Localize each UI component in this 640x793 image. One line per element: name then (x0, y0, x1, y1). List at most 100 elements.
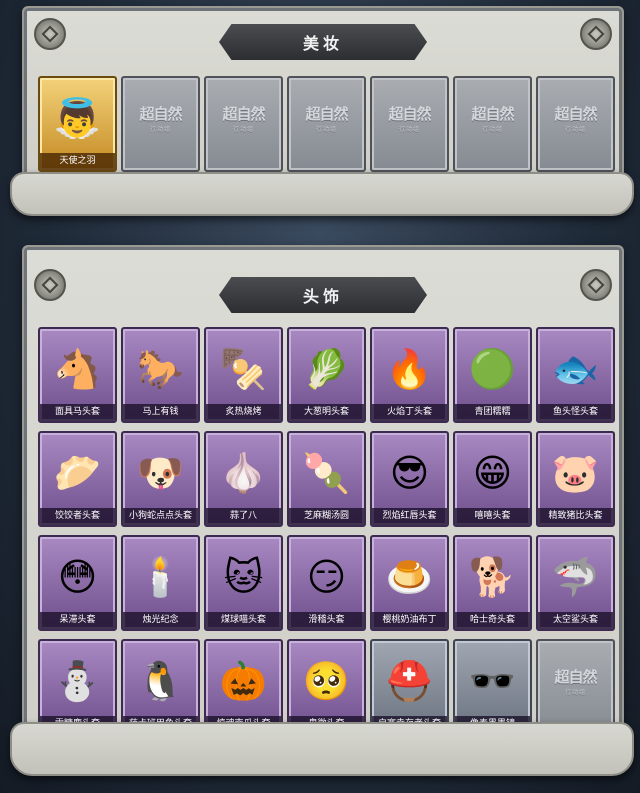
pink-horse-icon: 🐎 (136, 347, 185, 391)
pixel-sunglasses-icon: 🕶️ (468, 659, 517, 703)
placeholder-sub: 行动组 (149, 126, 172, 134)
item-card[interactable]: 🕯️ 烛光纪念 (121, 535, 200, 631)
item-card[interactable]: 🐶 小狗蛇点点头套 (121, 431, 200, 527)
headwear-grid: 🐴 面具马头套 🐎 马上有钱 🍢 炙热烧烤 🥬 大葱明头套 🔥 火焰丁头套 🟢 青团糯糯 🐟 鱼头怪头套 🥟… (38, 327, 615, 735)
humble-face-icon: 🥺 (302, 659, 351, 703)
item-card[interactable]: 🐷 精致猪比头套 (536, 431, 615, 527)
empty-slot-card[interactable]: 超自然 行动组 (536, 76, 615, 172)
garlic-icon: 🧄 (219, 451, 268, 495)
corner-ornament-icon (580, 269, 612, 301)
penguin-fish-icon: 🐧 (136, 659, 185, 703)
item-label: 太空鲨头套 (538, 612, 613, 629)
item-card[interactable]: 🐟 鱼头怪头套 (536, 327, 615, 423)
item-label: 鱼头怪头套 (538, 404, 613, 421)
item-card[interactable]: 🟢 青团糯糯 (453, 327, 532, 423)
item-card[interactable]: 🕶️像素黑墨镜 (453, 639, 532, 735)
locked-placeholder-icon: 超自然 行动组 (139, 103, 182, 134)
item-card[interactable]: 🐧萨卡班甲鱼头套 (121, 639, 200, 735)
item-label: 小狗蛇点点头套 (123, 508, 198, 525)
empty-slot-card[interactable]: 超自然 行动组 (370, 76, 449, 172)
item-label: 呆滞头套 (40, 612, 115, 629)
empty-slot-card[interactable]: 超自然 行动组 (121, 76, 200, 172)
placeholder-sub: 行动组 (481, 126, 504, 134)
makeup-grid: 👼 天使之羽 超自然 行动组 超自然 行动组 超自然 行动组 超自然 行动组 超自然 行动组 超自然 行动… (38, 76, 615, 172)
scallion-icon: 🥬 (302, 347, 351, 391)
empty-slot-card[interactable]: 超自然 行动组 (204, 76, 283, 172)
item-card[interactable]: 🐎 马上有钱 (121, 327, 200, 423)
fish-monster-icon: 🐟 (551, 347, 600, 391)
item-label: 马上有钱 (123, 404, 198, 421)
item-label: 大葱明头套 (289, 404, 364, 421)
item-card[interactable]: 🐴 面具马头套 (38, 327, 117, 423)
empty-slot-card[interactable]: 超自然 行动组 (287, 76, 366, 172)
husky-icon: 🐕 (468, 555, 517, 599)
item-card[interactable]: 🔥 火焰丁头套 (370, 327, 449, 423)
item-card[interactable]: 🎃惊魂南瓜头套 (204, 639, 283, 735)
item-card[interactable]: 🥺卑微头套 (287, 639, 366, 735)
snowman-deer-icon: ⛄ (53, 659, 102, 703)
pikachu-sunglasses-icon: 😎 (389, 451, 430, 495)
item-label: 滑稽头套 (289, 612, 364, 629)
item-label: 炙热烧烤 (206, 404, 281, 421)
item-card[interactable]: 👼 天使之羽 (38, 76, 117, 172)
item-label: 烈焰红唇头套 (372, 508, 447, 525)
item-card[interactable]: 🥬 大葱明头套 (287, 327, 366, 423)
corner-ornament-icon (34, 269, 66, 301)
horse-head-icon: 🐴 (53, 347, 102, 391)
item-card[interactable]: 😳 呆滞头套 (38, 535, 117, 631)
scroll-roll-bottom (10, 722, 634, 776)
item-card[interactable]: 😏 滑稽头套 (287, 535, 366, 631)
grin-face-icon: 😁 (472, 451, 513, 495)
bbq-skewer-icon: 🍢 (219, 347, 268, 391)
black-cat-icon: 🐱 (223, 555, 264, 599)
stunned-face-icon: 😳 (57, 555, 98, 599)
locked-placeholder-icon: 超自然 行动组 (388, 103, 431, 133)
item-card[interactable]: 🥟 饺饺者头套 (38, 431, 117, 527)
scroll-roll-bottom (10, 172, 634, 216)
item-label: 煤球喵头套 (206, 612, 281, 629)
corner-ornament-icon (34, 18, 66, 50)
shark-icon: 🦈 (551, 555, 600, 599)
pink-pig-icon: 🐷 (551, 451, 600, 495)
item-label: 面具马头套 (40, 404, 115, 421)
item-label: 樱桃奶油布丁 (372, 612, 447, 629)
placeholder-brand: 超自然 (471, 105, 514, 124)
locked-placeholder-icon: 超自然 行动组 (554, 103, 597, 134)
placeholder-brand: 超自然 (388, 105, 431, 124)
item-label: 哈士奇头套 (455, 612, 530, 629)
empty-slot-card[interactable]: 超自然 行动组 (536, 639, 615, 735)
item-card[interactable]: 🧄 蒜了八 (204, 431, 283, 527)
placeholder-brand: 超自然 (554, 668, 597, 687)
locked-placeholder-icon: 超自然 行动组 (305, 103, 348, 133)
item-label: 芝麻糊汤圆 (289, 508, 364, 525)
candle-icon: 🕯️ (136, 555, 185, 599)
item-card[interactable]: 🦈 太空鲨头套 (536, 535, 615, 631)
item-card[interactable]: 🍢 炙热烧烤 (204, 327, 283, 423)
placeholder-brand: 超自然 (305, 105, 348, 124)
item-label: 天使之羽 (40, 153, 115, 170)
empty-slot-card[interactable]: 超自然 行动组 (453, 76, 532, 172)
locked-placeholder-icon: 超自然 行动组 (222, 103, 265, 134)
item-card[interactable]: 🐕 哈士奇头套 (453, 535, 532, 631)
item-label: 青团糯糯 (455, 404, 530, 421)
placeholder-brand: 超自然 (139, 105, 182, 124)
placeholder-sub: 行动组 (564, 126, 587, 134)
pumpkin-icon: 🎃 (219, 659, 268, 703)
makeup-panel: 美妆 👼 天使之羽 超自然 行动组 超自然 行动组 超自然 行动组 超自然 行动组 超自然 行动组 超自… (22, 6, 624, 180)
item-card[interactable]: 🍡 芝麻糊汤圆 (287, 431, 366, 527)
item-card[interactable]: ⛄雪糖鹿头套 (38, 639, 117, 735)
headwear-section-title: 头饰 (219, 277, 427, 313)
item-label: 火焰丁头套 (372, 404, 447, 421)
item-card[interactable]: 😁 嘻嘻头套 (453, 431, 532, 527)
green-dumpling-icon: 🟢 (468, 347, 517, 391)
pudding-icon: 🍮 (385, 555, 434, 599)
item-card[interactable]: 😎 烈焰红唇头套 (370, 431, 449, 527)
item-label: 蒜了八 (206, 508, 281, 525)
placeholder-sub: 行动组 (232, 126, 255, 134)
item-card[interactable]: 🐱 煤球喵头套 (204, 535, 283, 631)
rice-ball-icon: 🍡 (302, 451, 351, 495)
item-card[interactable]: ⛑️启赛幸存者头套 (370, 639, 449, 735)
item-card[interactable]: 🍮 樱桃奶油布丁 (370, 535, 449, 631)
fire-sprite-icon: 🔥 (385, 347, 434, 391)
item-label: 烛光纪念 (123, 612, 198, 629)
